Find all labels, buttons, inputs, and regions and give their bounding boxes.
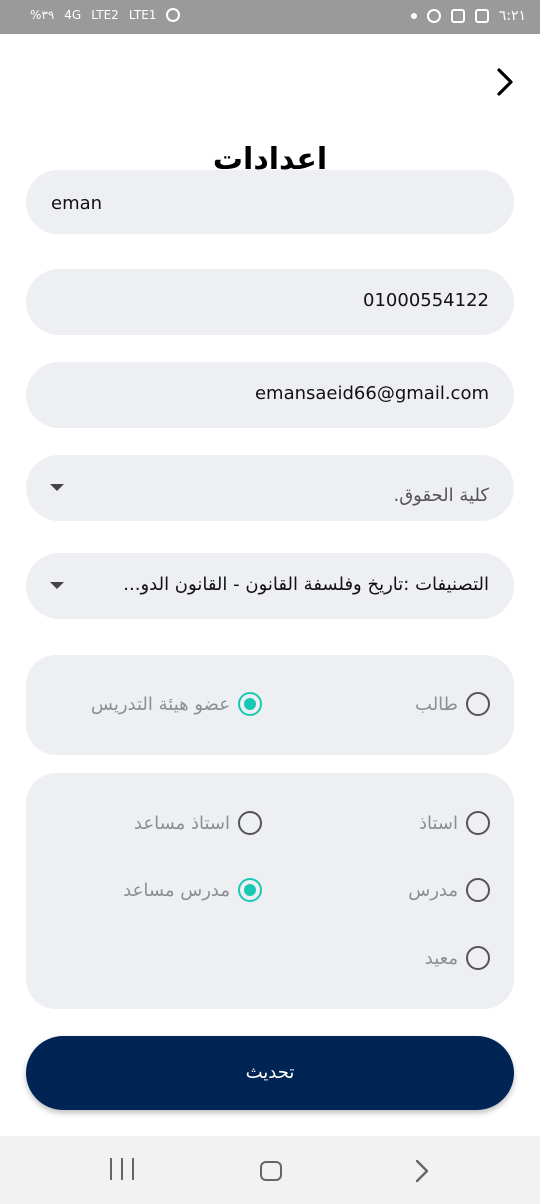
phone-value: 01000554122 — [363, 290, 489, 311]
name-value: eman — [51, 193, 103, 214]
faculty-placeholder: كلية الحقوق. — [393, 485, 489, 506]
radio-assistant-professor[interactable]: استاذ مساعد — [134, 811, 262, 835]
radio-circle-icon — [466, 878, 490, 902]
header-mask — [0, 120, 540, 193]
radio-teaching-assistant[interactable]: معيد — [425, 946, 490, 970]
status-bar-right: ٦:٢١ — [410, 8, 526, 24]
radio-assistant-lecturer[interactable]: مدرس مساعد — [123, 878, 262, 902]
home-icon[interactable] — [260, 1161, 282, 1181]
sim1-label: LTE1 — [128, 8, 157, 22]
back-nav-icon[interactable] — [412, 1158, 432, 1184]
battery-level: %٣٩ — [30, 8, 55, 22]
gallery-icon — [474, 9, 489, 23]
sim2-label: LTE2 — [91, 8, 119, 22]
email-field[interactable]: emansaeid66@gmail.com — [26, 362, 514, 428]
rank-radio-group: استاذ استاذ مساعد مدرس مدرس مساعد معيد — [26, 773, 514, 1009]
recent-apps-icon[interactable] — [110, 1158, 134, 1184]
classifications-value: التصنيفات :تاريخ وفلسفة القانون - القانو… — [123, 574, 489, 595]
radio-student[interactable]: طالب — [415, 692, 490, 716]
radio-label: استاذ — [418, 812, 458, 834]
chevron-down-icon — [50, 582, 64, 589]
system-nav-bar — [0, 1136, 540, 1204]
radio-label: طالب — [415, 693, 458, 715]
radio-label: استاذ مساعد — [133, 812, 230, 834]
status-bar-left: %٣٩ 4G LTE2 LTE1 — [30, 8, 181, 22]
chevron-down-icon — [50, 484, 64, 491]
back-chevron-icon[interactable] — [490, 64, 522, 100]
radio-lecturer[interactable]: مدرس — [408, 878, 490, 902]
radio-selected-icon — [238, 878, 262, 902]
radio-label: معيد — [424, 947, 458, 969]
update-button[interactable]: تحديث — [26, 1036, 514, 1110]
network-type: 4G — [64, 8, 82, 22]
radio-circle-icon — [238, 811, 262, 835]
status-bar: %٣٩ 4G LTE2 LTE1 ٦:٢١ — [0, 0, 540, 34]
clock: ٦:٢١ — [498, 8, 526, 24]
radio-circle-icon — [466, 692, 490, 716]
radio-label: مدرس مساعد — [123, 879, 230, 901]
alarm-icon — [166, 8, 181, 22]
email-value: emansaeid66@gmail.com — [254, 383, 489, 404]
classifications-dropdown[interactable]: التصنيفات :تاريخ وفلسفة القانون - القانو… — [26, 553, 514, 619]
mosque-icon — [450, 9, 465, 23]
radio-circle-icon — [466, 811, 490, 835]
radio-label: مدرس — [408, 879, 458, 901]
phone-icon — [426, 9, 441, 23]
faculty-dropdown[interactable]: كلية الحقوق. — [26, 455, 514, 521]
radio-faculty-member[interactable]: عضو هيئة التدريس — [91, 692, 262, 716]
radio-circle-icon — [466, 946, 490, 970]
radio-selected-icon — [238, 692, 262, 716]
role-radio-group: طالب عضو هيئة التدريس — [26, 655, 514, 755]
notification-dot-icon — [410, 13, 417, 19]
radio-professor[interactable]: استاذ — [419, 811, 490, 835]
radio-label: عضو هيئة التدريس — [90, 693, 230, 715]
phone-field[interactable]: 01000554122 — [26, 269, 514, 335]
